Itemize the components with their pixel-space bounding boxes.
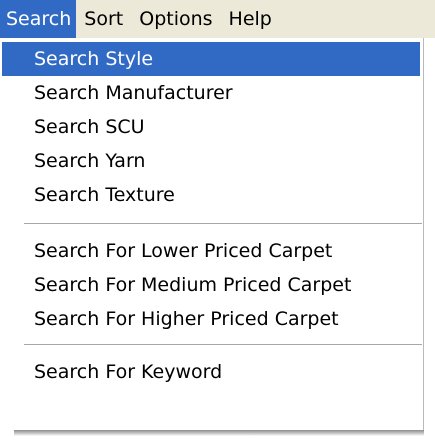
menu-item-search-scu[interactable]: Search SCU — [2, 110, 420, 144]
menu-item-lower-priced-carpet[interactable]: Search For Lower Priced Carpet — [2, 234, 420, 268]
menu-item-search-keyword[interactable]: Search For Keyword — [2, 355, 420, 389]
menu-shadow — [14, 430, 424, 436]
menu-help[interactable]: Help — [221, 0, 280, 38]
menu-bar: Search Sort Options Help — [0, 0, 435, 38]
search-dropdown-menu: Search Style Search Manufacturer Search … — [0, 38, 424, 430]
menu-options[interactable]: Options — [131, 0, 220, 38]
menu-search[interactable]: Search — [0, 0, 77, 38]
menu-sort[interactable]: Sort — [76, 0, 131, 38]
menu-item-search-texture[interactable]: Search Texture — [2, 178, 420, 212]
menu-item-medium-priced-carpet[interactable]: Search For Medium Priced Carpet — [2, 268, 420, 302]
menu-item-search-style[interactable]: Search Style — [2, 42, 420, 76]
menu-item-search-manufacturer[interactable]: Search Manufacturer — [2, 76, 420, 110]
menu-item-search-yarn[interactable]: Search Yarn — [2, 144, 420, 178]
menu-separator — [24, 223, 422, 225]
menu-item-higher-priced-carpet[interactable]: Search For Higher Priced Carpet — [2, 302, 420, 336]
menu-separator — [24, 344, 422, 346]
